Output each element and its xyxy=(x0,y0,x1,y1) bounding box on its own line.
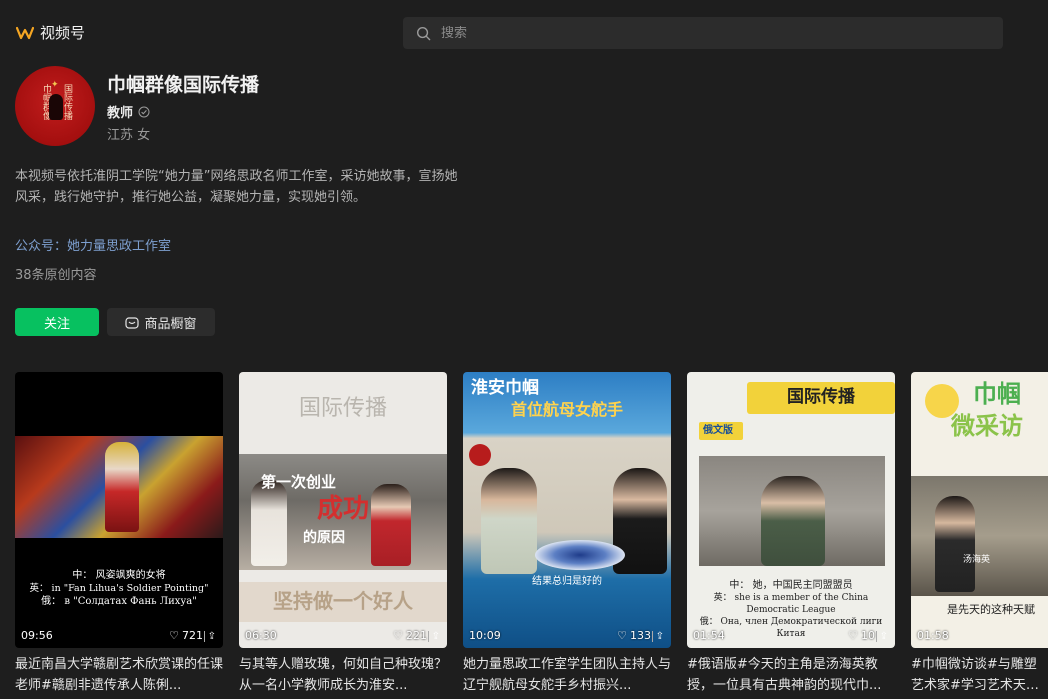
overlay-name: 汤海英 xyxy=(963,555,991,565)
heart-icon: ♡ xyxy=(169,629,179,642)
video-card[interactable]: 淮安巾帼 首位航母女舵手 结果总归是好的 10:09 ♡ 133 ⇪ 她力量思政工… xyxy=(463,372,671,696)
subtitle-line: 俄： в "Солдатах Фань Лихуа" xyxy=(41,596,197,607)
overlay-title: 首位航母女舵手 xyxy=(510,400,623,419)
overlay-title: 国际传播 xyxy=(787,387,855,407)
overlay-text: 坚持做一个好人 xyxy=(273,589,413,613)
overlay-title: 微采访 xyxy=(951,411,1023,440)
person xyxy=(935,496,975,592)
video-thumbnail[interactable]: 国际传播 俄文版 中： 她，中国民主同盟盟员 英： she is a membe… xyxy=(687,372,895,648)
shop-icon xyxy=(125,316,140,329)
video-card[interactable]: 巾帼 微采访 汤海英 是先天的这种天赋 01:58 #巾帼微访谈#与雕塑艺术家#… xyxy=(911,372,1048,696)
video-card[interactable]: 国际传播 俄文版 中： 她，中国民主同盟盟员 英： she is a membe… xyxy=(687,372,895,696)
subtitle-line: 英： she is a member of the China Democrat… xyxy=(713,593,869,615)
top-bar: 视频号 xyxy=(0,0,1048,64)
role-label: 教师 xyxy=(107,106,134,121)
share-icon[interactable]: ⇪ xyxy=(875,631,888,642)
porcelain-plate xyxy=(535,540,625,570)
brand-name: 视频号 xyxy=(40,24,86,42)
official-account-link[interactable]: 公众号：她力量思政工作室 xyxy=(15,235,171,254)
overlay-title: 巾帼 xyxy=(973,379,1021,408)
video-card[interactable]: 中： 风姿飒爽的女将 英： in "Fan Lihua's Soldier Po… xyxy=(15,372,223,696)
video-description: #俄语版#今天的主角是汤海英教授，一位具有古典神韵的现代巾... xyxy=(687,657,882,693)
heart-icon: ♡ xyxy=(617,629,627,642)
heart-icon: ♡ xyxy=(393,629,403,642)
video-thumbnail[interactable]: 巾帼 微采访 汤海英 是先天的这种天赋 01:58 xyxy=(911,372,1048,648)
speaker xyxy=(761,476,825,566)
like-count[interactable]: ♡ 133 xyxy=(617,629,651,642)
share-icon[interactable]: ⇪ xyxy=(427,631,440,642)
like-count[interactable]: ♡ 10 xyxy=(848,629,875,642)
heart-icon: ♡ xyxy=(848,629,858,642)
calligraphy-title: 国际传播 xyxy=(298,396,387,421)
share-icon[interactable]: ⇪ xyxy=(203,631,216,642)
video-description: 与其等人赠玫瑰，何如自己种玫瑰？从一名小学教师成长为淮安... xyxy=(239,657,447,693)
like-number: 10 xyxy=(861,629,875,642)
share-icon[interactable]: ⇪ xyxy=(651,631,664,642)
verified-icon xyxy=(138,106,150,117)
follow-button[interactable]: 关注 xyxy=(15,308,99,336)
subtitle-line: 是先天的这种天赋 xyxy=(947,603,1035,616)
video-duration: 01:58 xyxy=(917,629,949,642)
video-duration: 01:54 xyxy=(693,629,725,642)
brand-logo[interactable]: 视频号 xyxy=(16,22,85,43)
video-description: 她力量思政工作室学生团队主持人与辽宁舰航母女舵手乡村振兴... xyxy=(463,657,671,693)
avatar-silhouette xyxy=(49,94,63,120)
subtitle-line: 中： 她，中国民主同盟盟员 xyxy=(729,580,853,591)
like-number: 221 xyxy=(406,629,427,642)
subtitle-line: 结果总归是好的 xyxy=(532,576,602,587)
badge-icon xyxy=(469,444,491,466)
search-bar[interactable] xyxy=(403,17,1003,49)
content-count: 38条原创内容 xyxy=(15,268,97,283)
like-number: 133 xyxy=(630,629,651,642)
shop-label: 商品橱窗 xyxy=(144,316,197,332)
opera-figure xyxy=(105,442,139,532)
video-description: #巾帼微访谈#与雕塑艺术家#学习艺术天赋与努力 xyxy=(911,657,1039,693)
overlay-title: 淮安巾帼 xyxy=(471,378,539,398)
overlay-tag: 俄文版 xyxy=(703,425,733,436)
search-icon xyxy=(416,26,431,40)
video-duration: 06:30 xyxy=(245,629,277,642)
avatar[interactable]: ✦ 巾帼群像 国际传播 xyxy=(15,66,95,146)
subtitle-line: 英： in "Fan Lihua's Soldier Pointing" xyxy=(29,583,209,594)
profile-bio: 本视频号依托淮阴工学院“她力量”网络思政名师工作室，采访她故事，宣扬她风采，践行… xyxy=(15,169,458,205)
video-thumbnail[interactable]: 淮安巾帼 首位航母女舵手 结果总归是好的 10:09 ♡ 133 ⇪ xyxy=(463,372,671,648)
channels-logo-icon xyxy=(16,26,34,39)
video-thumbnail[interactable]: 国际传播 第一次创业 成功 的原因 坚持做一个好人 06:30 ♡ 221 ⇪ xyxy=(239,372,447,648)
like-number: 721 xyxy=(182,629,203,642)
like-count[interactable]: ♡ 721 xyxy=(169,629,203,642)
video-card[interactable]: 国际传播 第一次创业 成功 的原因 坚持做一个好人 06:30 ♡ 221 ⇪ 与… xyxy=(239,372,447,696)
shop-window-button[interactable]: 商品橱窗 xyxy=(107,308,215,336)
like-count[interactable]: ♡ 221 xyxy=(393,629,427,642)
video-description: 最近南昌大学赣剧艺术欣赏课的任课老师#赣剧非遗传承人陈俐... xyxy=(15,657,223,693)
subtitle-line: 中： 风姿飒爽的女将 xyxy=(72,570,166,581)
overlay-text: 第一次创业 xyxy=(261,473,337,491)
profile-location: 江苏 女 xyxy=(107,128,151,143)
video-duration: 10:09 xyxy=(469,629,501,642)
video-frame xyxy=(911,476,1048,596)
person-left xyxy=(481,468,537,574)
search-input[interactable] xyxy=(441,25,981,41)
video-thumbnail[interactable]: 中： 风姿飒爽的女将 英： in "Fan Lihua's Soldier Po… xyxy=(15,372,223,648)
star-icon: ✦ xyxy=(51,80,59,90)
profile-role: 教师 xyxy=(107,102,150,121)
overlay-text: 成功 xyxy=(316,494,369,524)
overlay-text: 的原因 xyxy=(303,530,345,546)
video-duration: 09:56 xyxy=(21,629,53,642)
profile-name: 巾帼群像国际传播 xyxy=(107,74,260,96)
